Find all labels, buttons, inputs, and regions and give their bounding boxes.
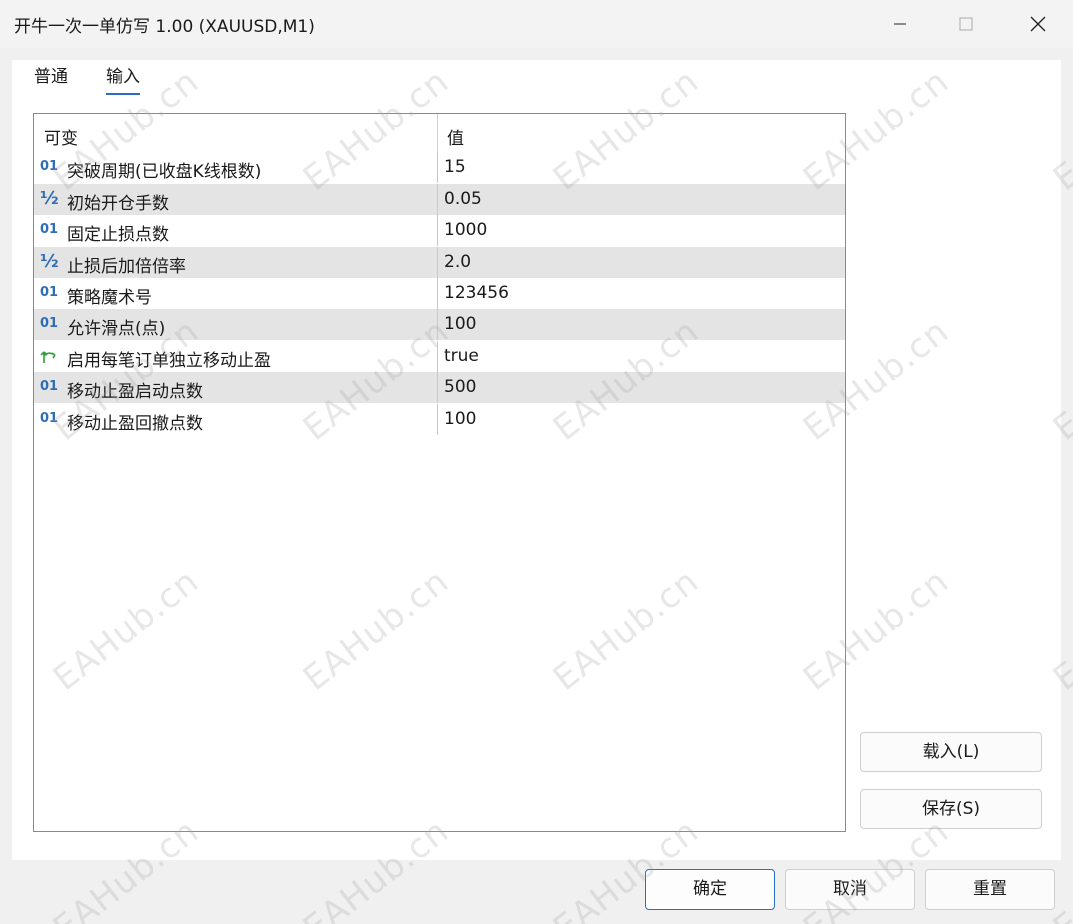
double-icon: ½: [40, 188, 59, 209]
table-row[interactable]: 01 固定止损点数 1000: [34, 215, 845, 247]
tabs-strip: [0, 48, 1073, 60]
param-value[interactable]: 15: [444, 157, 466, 177]
parameters-grid: 可变 值 01 突破周期(已收盘K线根数) 15 ½ 初始开仓手数 0.05 0…: [33, 113, 846, 832]
integer-icon: 01: [40, 159, 59, 174]
integer-icon: 01: [40, 316, 59, 331]
table-row[interactable]: 01 突破周期(已收盘K线根数) 15: [34, 152, 845, 184]
maximize-button[interactable]: [936, 0, 996, 48]
boolean-icon: [40, 347, 60, 365]
param-value[interactable]: 100: [444, 314, 476, 334]
param-name: 固定止损点数: [67, 225, 169, 245]
param-value[interactable]: 123456: [444, 283, 509, 303]
integer-icon: 01: [40, 379, 59, 394]
dialog-window: 开牛一次一单仿写 1.00 (XAUUSD,M1) 普通 输入 可变 值 01 …: [0, 0, 1073, 924]
param-value[interactable]: 2.0: [444, 252, 471, 272]
param-name: 移动止盈启动点数: [67, 382, 203, 402]
param-name: 允许滑点(点): [67, 319, 166, 339]
reset-button[interactable]: 重置: [925, 869, 1055, 910]
ok-button[interactable]: 确定: [645, 869, 775, 910]
table-row[interactable]: 01 允许滑点(点) 100: [34, 309, 845, 341]
tab-inputs[interactable]: 输入: [106, 62, 140, 95]
param-name: 初始开仓手数: [67, 194, 169, 214]
integer-icon: 01: [40, 411, 59, 426]
integer-icon: 01: [40, 222, 59, 237]
param-name: 突破周期(已收盘K线根数): [67, 162, 262, 182]
table-row[interactable]: ½ 初始开仓手数 0.05: [34, 184, 845, 216]
close-button[interactable]: [1008, 0, 1068, 48]
param-name: 启用每笔订单独立移动止盈: [67, 351, 271, 371]
table-row[interactable]: ½ 止损后加倍倍率 2.0: [34, 247, 845, 279]
param-value[interactable]: 500: [444, 377, 476, 397]
load-button[interactable]: 载入(L): [860, 732, 1042, 772]
table-row[interactable]: 启用每笔订单独立移动止盈 true: [34, 341, 845, 373]
header-variable[interactable]: 可变: [44, 124, 78, 149]
integer-icon: 01: [40, 285, 59, 300]
minimize-icon: [894, 23, 906, 25]
maximize-icon: [959, 17, 973, 31]
double-icon: ½: [40, 251, 59, 272]
param-name: 策略魔术号: [67, 288, 152, 308]
save-button[interactable]: 保存(S): [860, 789, 1042, 829]
table-row[interactable]: 01 策略魔术号 123456: [34, 278, 845, 310]
table-row[interactable]: 01 移动止盈启动点数 500: [34, 372, 845, 404]
tab-common[interactable]: 普通: [34, 62, 68, 93]
close-icon: [1030, 16, 1046, 32]
title-bar: 开牛一次一单仿写 1.00 (XAUUSD,M1): [0, 0, 1073, 48]
cancel-button[interactable]: 取消: [785, 869, 915, 910]
grid-header: 可变 值: [34, 114, 845, 152]
param-value[interactable]: 1000: [444, 220, 487, 240]
header-value[interactable]: 值: [447, 124, 464, 149]
param-value[interactable]: true: [444, 346, 479, 366]
table-row[interactable]: 01 移动止盈回撤点数 100: [34, 404, 845, 436]
param-name: 移动止盈回撤点数: [67, 414, 203, 434]
minimize-button[interactable]: [870, 0, 930, 48]
window-title: 开牛一次一单仿写 1.00 (XAUUSD,M1): [14, 17, 315, 37]
param-name: 止损后加倍倍率: [67, 257, 186, 277]
param-value[interactable]: 0.05: [444, 189, 482, 209]
param-value[interactable]: 100: [444, 409, 476, 429]
